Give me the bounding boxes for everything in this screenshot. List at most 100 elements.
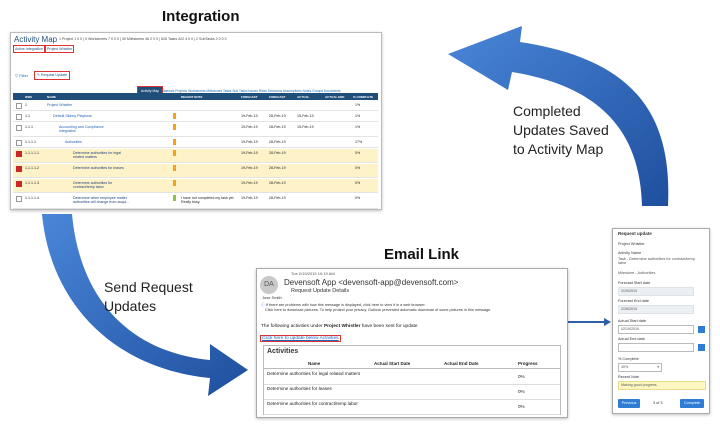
caption-line: Send Request	[104, 279, 193, 295]
forecast-start-cell: 19-Feb-19	[241, 151, 258, 155]
row-checkbox[interactable]	[16, 103, 22, 109]
project-name: Project Whistler	[618, 242, 645, 246]
activities-header: Name Actual Start Date Actual End Date P…	[264, 359, 560, 369]
forecast-end-label: Forecast End date	[618, 299, 650, 303]
forecast-start-cell: 19-Feb-19	[241, 125, 258, 129]
caption-line: Updates	[104, 298, 157, 314]
pct-cell: 1%	[355, 114, 361, 118]
request-update-button[interactable]: ✎ Request Update	[34, 71, 70, 80]
table-row[interactable]: 1.1.1.1.3 Determine authorities for contr…	[13, 179, 378, 193]
table-row: Determine authorities for legal related …	[264, 369, 560, 385]
col-actual-start: Actual Start Date	[374, 361, 411, 366]
note-input[interactable]: Making good progress.	[618, 381, 706, 390]
email-panel: Tue 2/19/2019 10:19 AM DA Devensoft App …	[256, 268, 568, 418]
email-from: Devensoft App <devensoft-app@devensoft.c…	[284, 278, 459, 287]
name-cell: Default Skinny Playbook	[53, 114, 92, 118]
request-update-label: Request Update	[41, 73, 67, 77]
name-cell: Determine authorities for contract/temp …	[73, 181, 113, 189]
activity-name: Task - Determine authorities for contrac…	[618, 257, 695, 265]
forecast-end-cell: 28-Feb-19	[269, 166, 286, 170]
row-checkbox[interactable]	[16, 166, 22, 172]
pct-cell: 0%	[355, 181, 361, 185]
row-checkbox[interactable]	[16, 114, 22, 120]
table-row: Determine authorities for contract/temp …	[264, 399, 560, 415]
email-body: The following activities under Project W…	[261, 324, 418, 329]
note-label: Recent Note	[618, 375, 640, 379]
body-pre: The following activities under	[261, 324, 324, 329]
milestone: Milestone - Authorities	[618, 271, 656, 275]
col-name: Name	[308, 361, 321, 366]
wbs-cell: 1.1.1.1	[25, 140, 36, 144]
row-checkbox[interactable]	[16, 181, 22, 187]
forecast-start-cell: 19-Feb-19	[241, 181, 258, 185]
col-name: NAME	[47, 95, 56, 99]
activities-title: Activities	[267, 348, 299, 355]
forecast-end-cell: 28-Feb-19	[269, 181, 286, 185]
previous-button[interactable]: Previous	[618, 399, 640, 408]
chevron-down-icon: ▾	[657, 365, 659, 369]
update-link[interactable]: Click here to update below Activities	[260, 335, 341, 342]
activity-name-cell: Determine authorities for contract/temp …	[267, 401, 358, 406]
col-pct: % COMPLETE	[353, 95, 374, 99]
email-date: Tue 2/19/2019 10:19 AM	[291, 271, 335, 276]
activity-name-cell: Determine authorities for leases	[267, 386, 332, 391]
activity-map-title: Activity Map	[14, 35, 58, 44]
table-row[interactable]: 1.1 Default Skinny Playbook 19-Feb-19 28-Fe…	[13, 112, 378, 122]
pct-cell: 1%	[355, 103, 361, 107]
table-row[interactable]: 1.1.1.1 Authorities 19-Feb-19 28-Feb-19 17%	[13, 138, 378, 148]
caption-line: Updates Saved	[513, 122, 609, 138]
forecast-end-cell: 28-Feb-19	[269, 140, 286, 144]
active-integration-chip[interactable]: Active Integration	[13, 45, 45, 53]
forecast-start-cell: 19-Feb-19	[241, 140, 258, 144]
col-note: RECENT NOTE	[181, 95, 203, 99]
activity-map-panel: Activity Map 1 Project 1 0 0 | 0 Workshe…	[10, 32, 382, 210]
row-checkbox[interactable]	[16, 140, 22, 146]
name-cell: Determine authorities for leases	[73, 166, 124, 170]
wbs-cell: 1.1.1.1.4	[25, 196, 39, 200]
table-header: WBS NAME RECENT NOTE FORECAST START DATE…	[13, 93, 378, 103]
actual-start-input[interactable]: 02/19/2019	[618, 325, 694, 334]
table-row[interactable]: 1.1.1 Accounting and Compliance Integrati…	[13, 123, 378, 137]
wbs-cell: 1.1.1.1.1	[25, 151, 39, 155]
col-wbs: WBS	[25, 95, 32, 99]
status-bar	[173, 113, 176, 119]
actual-end-input[interactable]	[618, 343, 694, 352]
forecast-start-field: 2/19/2019	[618, 287, 694, 296]
row-checkbox[interactable]	[16, 125, 22, 131]
send-request-caption: Send Request Updates	[104, 278, 193, 316]
pct-select[interactable]: 40% ▾	[618, 363, 662, 372]
table-row[interactable]: 1.1.1.1.1 Determine authorities for legal…	[13, 149, 378, 163]
calendar-icon[interactable]	[698, 344, 705, 351]
note-cell: I have not completed my task yet. Really…	[181, 196, 235, 204]
forecast-start-label: Forecast Start date	[618, 281, 651, 285]
complete-button[interactable]: Complete	[680, 399, 704, 408]
forecast-end-cell: 28-Feb-19	[269, 196, 286, 200]
pct-cell: 0%	[355, 151, 361, 155]
filter-button[interactable]: ▽ Filter	[15, 73, 28, 78]
activity-name-label: Activity Name	[618, 251, 642, 255]
name-cell: Determine authorities for legal related …	[73, 151, 121, 159]
wbs-cell: 1.1.1.1.2	[25, 166, 39, 170]
row-checkbox[interactable]	[16, 196, 22, 202]
activity-name-cell: Determine authorities for legal related …	[267, 371, 361, 376]
project-chip[interactable]: Project Whistler	[45, 45, 75, 53]
table-row[interactable]: 1.1.1.1.2 Determine authorities for lease…	[13, 164, 378, 178]
body-project: Project Whistler	[323, 324, 361, 329]
email-subject: Request Update Details	[291, 288, 350, 294]
forecast-start-cell: 19-Feb-19	[241, 196, 258, 200]
email-info: ⓘ If there are problems with how this me…	[261, 303, 561, 313]
email-to: Jose Smith	[262, 295, 282, 300]
forecast-start-cell: 19-Feb-19	[241, 166, 258, 170]
wbs-cell: 1	[25, 103, 27, 107]
row-checkbox[interactable]	[16, 151, 22, 157]
table-row[interactable]: 1.1.1.1.4 Determine when employee matter …	[13, 194, 378, 209]
calendar-icon[interactable]	[698, 326, 705, 333]
info-line-2[interactable]: Click here to download pictures. To help…	[261, 308, 561, 313]
forecast-end-field: 2/28/2019	[618, 305, 694, 314]
activity-map-stats: 1 Project 1 0 0 | 0 Worksheets 7 0 0 0 |…	[59, 37, 227, 41]
avatar: DA	[260, 276, 278, 294]
forecast-start-cell: 19-Feb-19	[241, 114, 258, 118]
caption-line: to Activity Map	[513, 141, 604, 157]
wbs-cell: 1.1.1.1.3	[25, 181, 39, 185]
table-row[interactable]: 1 Project Whistler 1%	[13, 101, 378, 111]
